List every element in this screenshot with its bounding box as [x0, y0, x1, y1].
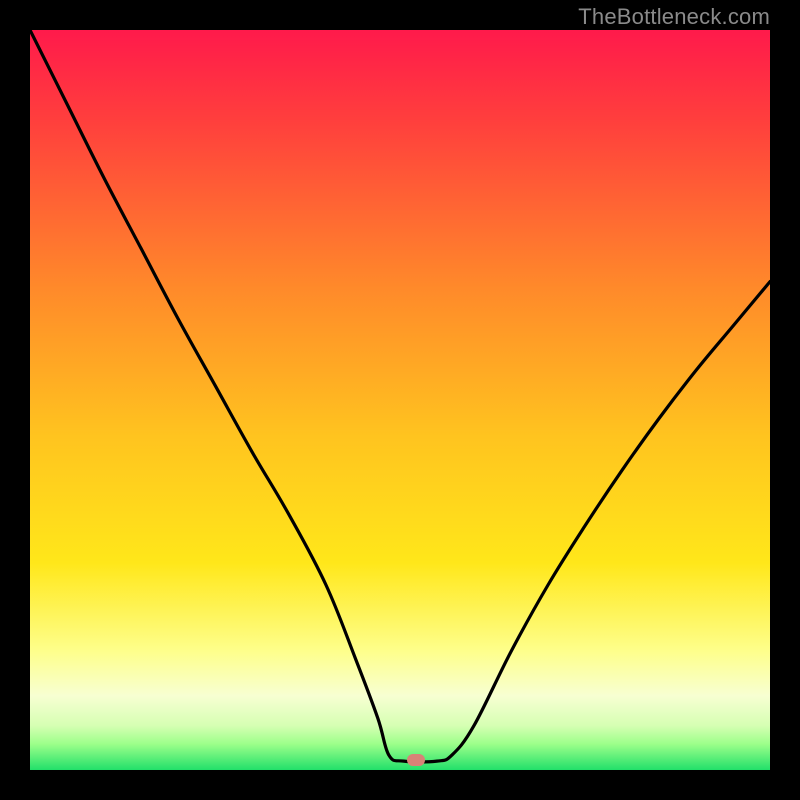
chart-frame: TheBottleneck.com	[0, 0, 800, 800]
optimal-marker	[407, 754, 425, 766]
bottleneck-curve	[30, 30, 770, 762]
curve-layer	[30, 30, 770, 770]
plot-area	[30, 30, 770, 770]
watermark-label: TheBottleneck.com	[578, 4, 770, 30]
